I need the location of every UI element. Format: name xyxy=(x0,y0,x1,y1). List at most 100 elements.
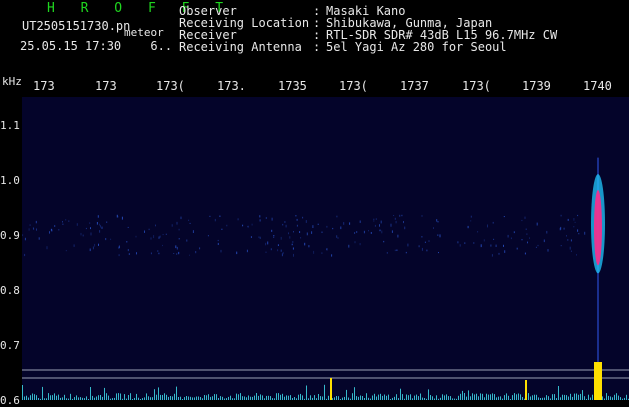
level-trace-bar xyxy=(106,393,107,400)
level-trace-bar xyxy=(566,395,567,400)
noise-dot xyxy=(305,220,307,223)
level-trace-bar xyxy=(466,396,467,400)
noise-dot xyxy=(162,244,163,247)
level-trace-bar xyxy=(160,394,161,400)
time-tick-label: 173( xyxy=(156,79,185,93)
noise-dot xyxy=(433,227,434,229)
level-spike xyxy=(330,378,332,400)
noise-dot xyxy=(236,251,238,255)
level-trace-bar xyxy=(172,396,173,400)
noise-dot xyxy=(265,251,267,253)
noise-dot xyxy=(373,220,375,222)
noise-dot xyxy=(237,218,239,221)
level-trace-bar xyxy=(606,393,607,400)
noise-dot xyxy=(199,247,201,250)
noise-dot xyxy=(214,218,216,222)
noise-dot xyxy=(62,221,63,223)
level-trace-bar xyxy=(582,390,583,400)
noise-dot xyxy=(577,229,579,232)
level-trace-bar xyxy=(36,395,37,400)
noise-dot xyxy=(569,246,571,250)
noise-dot xyxy=(135,235,137,238)
spectrogram-svg xyxy=(22,157,629,400)
noise-dot xyxy=(242,224,244,227)
noise-dot xyxy=(332,227,334,230)
level-trace-bar xyxy=(54,393,55,400)
level-trace-bar xyxy=(380,393,381,400)
noise-dot xyxy=(337,237,339,239)
noise-dot xyxy=(246,249,248,253)
level-trace-bar xyxy=(418,396,419,400)
level-trace-bar xyxy=(310,395,311,400)
noise-dot xyxy=(503,216,505,218)
noise-dot xyxy=(436,219,438,222)
level-trace-bar xyxy=(146,393,147,400)
level-trace-bar xyxy=(448,396,449,400)
level-trace-bar xyxy=(360,395,361,400)
level-trace-bar xyxy=(174,393,175,400)
noise-dot xyxy=(521,239,523,241)
level-trace-bar xyxy=(104,387,105,400)
noise-dot xyxy=(343,222,345,225)
noise-dot xyxy=(373,218,375,220)
noise-dot xyxy=(116,214,118,218)
level-trace-bar xyxy=(320,396,321,400)
level-trace-bar xyxy=(588,394,589,400)
info-colon: : xyxy=(313,40,321,54)
level-trace-bar xyxy=(212,396,213,400)
level-trace-bar xyxy=(128,395,129,400)
noise-dot xyxy=(495,244,497,247)
noise-dot xyxy=(267,241,269,245)
level-trace-bar xyxy=(258,395,259,400)
level-trace-bar xyxy=(486,393,487,400)
noise-dot xyxy=(189,222,191,224)
level-trace-bar xyxy=(494,394,495,400)
level-trace-bar xyxy=(386,395,387,400)
noise-dot xyxy=(573,218,575,221)
frequency-tick-label: 1.1 xyxy=(0,118,20,132)
noise-dot xyxy=(490,244,492,247)
level-trace-bar xyxy=(548,396,549,400)
level-trace-bar xyxy=(24,396,25,400)
level-trace-bar xyxy=(254,395,255,400)
meteor-level-spike xyxy=(594,362,602,400)
frequency-tick-label: 1.0 xyxy=(0,173,20,187)
level-trace-bar xyxy=(176,386,177,400)
level-trace-bar xyxy=(290,395,291,400)
level-trace-bar xyxy=(26,395,27,400)
noise-dot xyxy=(259,215,261,218)
noise-dot xyxy=(150,237,152,240)
level-trace-bar xyxy=(410,394,411,400)
level-trace-bar xyxy=(282,393,283,400)
level-trace-bar xyxy=(488,394,489,400)
level-trace-bar xyxy=(32,393,33,400)
noise-dot xyxy=(292,247,294,250)
noise-dot xyxy=(577,214,579,217)
noise-dot xyxy=(457,241,459,244)
noise-dot xyxy=(188,219,190,221)
noise-dot xyxy=(128,253,130,255)
noise-dot xyxy=(354,241,356,244)
info-value: 5el Yagi Az 280 for Seoul xyxy=(326,40,507,54)
noise-dot xyxy=(418,245,420,248)
noise-dot xyxy=(189,254,190,256)
noise-dot xyxy=(136,252,137,255)
noise-dot xyxy=(459,244,461,247)
noise-dot xyxy=(380,220,382,224)
level-trace-bar xyxy=(298,394,299,400)
noise-dot xyxy=(178,238,180,240)
level-trace-bar xyxy=(248,395,249,400)
noise-dot xyxy=(424,241,426,243)
level-trace-bar xyxy=(30,395,31,400)
noise-dot xyxy=(397,234,399,238)
noise-dot xyxy=(38,237,40,240)
noise-dot xyxy=(477,231,479,233)
noise-dot xyxy=(259,219,261,222)
noise-dot xyxy=(289,236,291,239)
noise-dot xyxy=(368,230,369,232)
level-trace-bar xyxy=(256,393,257,400)
noise-dot xyxy=(421,236,423,238)
level-trace-bar xyxy=(362,396,363,400)
noise-dot xyxy=(220,249,222,253)
noise-dot xyxy=(473,242,475,244)
